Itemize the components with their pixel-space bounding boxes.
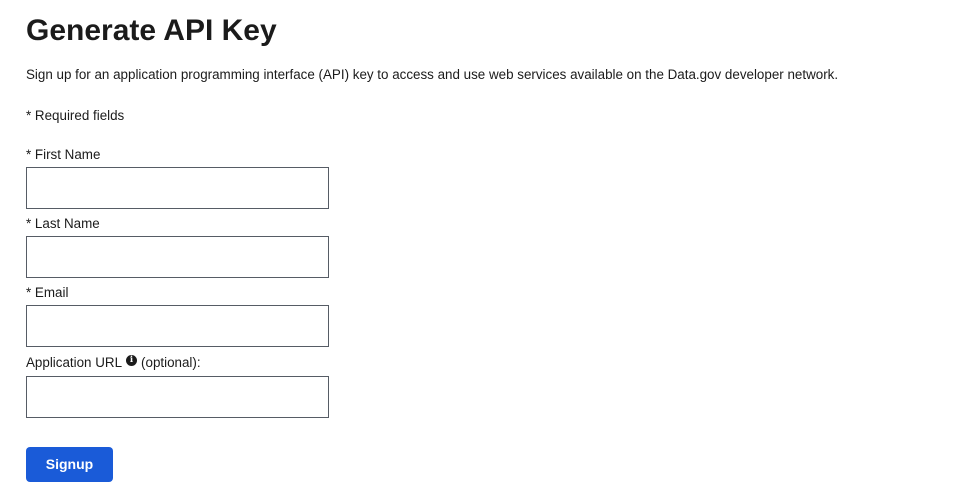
application-url-label-text: Application URL xyxy=(26,355,123,370)
application-url-label: Application URL i (optional): xyxy=(26,354,201,372)
last-name-input[interactable] xyxy=(26,236,329,278)
application-url-input[interactable] xyxy=(26,376,329,418)
email-label: * Email xyxy=(26,285,69,300)
page-title: Generate API Key xyxy=(26,14,277,47)
signup-button[interactable]: Signup xyxy=(26,447,113,482)
required-fields-note: * Required fields xyxy=(26,108,125,123)
last-name-label: * Last Name xyxy=(26,216,100,231)
optional-indicator: (optional): xyxy=(141,355,201,370)
email-input[interactable] xyxy=(26,305,329,347)
first-name-label: * First Name xyxy=(26,147,101,162)
intro-text: Sign up for an application programming i… xyxy=(26,67,839,82)
info-icon[interactable]: i xyxy=(126,354,138,366)
first-name-input[interactable] xyxy=(26,167,329,209)
